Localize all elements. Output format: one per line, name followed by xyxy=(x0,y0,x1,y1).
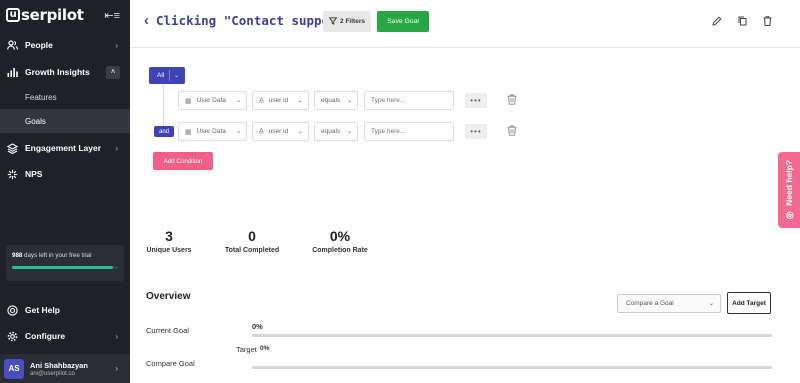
overview-title: Overview xyxy=(146,291,191,302)
logo-row: u serpilot ⇤≡ xyxy=(0,0,130,30)
sidebar-item-nps[interactable]: NPS xyxy=(0,161,130,187)
condition-operator-select[interactable]: equals ⌄ xyxy=(314,91,358,110)
user-profile[interactable]: AS Ani Shahbazyan ani@userpilot.co › xyxy=(0,354,130,383)
chevron-down-icon: ⌄ xyxy=(174,73,180,79)
trash-icon[interactable] xyxy=(507,94,517,108)
user-name: Ani Shahbazyan xyxy=(30,360,88,370)
text-field-icon: A̲ xyxy=(259,128,264,135)
sidebar-item-configure[interactable]: Configure › xyxy=(0,323,130,349)
sidebar: u serpilot ⇤≡ People › Growth Insights ˄ … xyxy=(0,0,130,383)
compare-goal-select[interactable]: Compare a Goal ⌄ xyxy=(617,294,721,313)
copy-icon[interactable] xyxy=(738,16,747,29)
chevron-right-icon: › xyxy=(115,331,118,341)
filters-button[interactable]: 2 Filters xyxy=(323,11,371,32)
chevron-right-icon: › xyxy=(115,143,118,153)
delete-icon[interactable] xyxy=(763,16,772,29)
save-goal-button[interactable]: Save Goal xyxy=(377,11,429,32)
stat-unique-users: 3 Unique Users xyxy=(146,228,192,254)
sidebar-item-get-help[interactable]: Get Help xyxy=(0,297,130,323)
target-value: 0% xyxy=(260,345,270,352)
chevron-right-icon: › xyxy=(115,364,118,373)
layers-icon xyxy=(6,142,18,154)
current-goal-label: Current Goal xyxy=(146,326,189,335)
condition-operator-select[interactable]: equals ⌄ xyxy=(314,122,358,141)
trial-days: 988 xyxy=(12,252,23,259)
chevron-right-icon: › xyxy=(115,40,118,50)
help-icon xyxy=(6,304,18,316)
filter-icon xyxy=(328,16,338,27)
more-options-icon[interactable]: ••• xyxy=(465,93,487,108)
bar-chart-icon xyxy=(6,66,18,78)
nps-icon xyxy=(6,168,18,180)
avatar: AS xyxy=(4,358,24,379)
and-connector-badge[interactable]: and xyxy=(154,126,174,137)
add-condition-button[interactable]: Add Condition xyxy=(153,152,213,170)
chevron-down-icon: ⌄ xyxy=(708,301,714,307)
page-header: ‹ Clicking "Contact support" 2 Filters S… xyxy=(130,0,800,48)
condition-field-select[interactable]: A̲ user id ⌄ xyxy=(252,122,309,141)
chevron-down-icon: ⌄ xyxy=(346,98,352,104)
add-target-button[interactable]: Add Target xyxy=(727,292,771,314)
lifebuoy-icon: ◎ xyxy=(784,209,794,220)
sidebar-item-engagement-layer[interactable]: Engagement Layer › xyxy=(0,135,130,161)
more-options-icon[interactable]: ••• xyxy=(465,124,487,139)
chevron-down-icon: ⌄ xyxy=(297,98,303,104)
condition-value-input[interactable] xyxy=(364,122,454,141)
back-icon[interactable]: ‹ xyxy=(144,12,149,29)
trial-progress-fill xyxy=(12,266,113,269)
condition-type-select[interactable]: ▦ User Data ⌄ xyxy=(178,91,247,110)
trash-icon[interactable] xyxy=(507,125,517,139)
target-label: Target xyxy=(236,345,257,354)
chevron-down-icon: ⌄ xyxy=(297,129,303,135)
sidebar-item-growth-insights[interactable]: Growth Insights ˄ xyxy=(0,59,130,85)
user-data-icon: ▦ xyxy=(185,97,192,105)
user-email: ani@userpilot.co xyxy=(30,370,75,377)
condition-field-select[interactable]: A̲ user id ⌄ xyxy=(252,91,309,110)
userpilot-logo[interactable]: u serpilot xyxy=(6,6,84,24)
user-data-icon: ▦ xyxy=(185,128,192,136)
condition-value-input[interactable] xyxy=(364,91,454,110)
compare-goal-label: Compare Goal xyxy=(146,359,195,368)
edit-icon[interactable] xyxy=(712,16,722,29)
stat-total-completed: 0 Total Completed xyxy=(224,228,280,254)
need-help-tab[interactable]: Need help? ◎ xyxy=(778,152,800,228)
stat-completion-rate: 0% Completion Rate xyxy=(312,228,368,254)
chevron-down-icon: ⌄ xyxy=(235,98,241,104)
trial-progress-bar xyxy=(12,266,118,269)
chevron-down-icon: ⌄ xyxy=(346,129,352,135)
sidebar-item-people[interactable]: People › xyxy=(0,32,130,58)
compare-goal-bar xyxy=(252,366,772,369)
current-goal-bar xyxy=(252,334,772,337)
gear-icon xyxy=(6,330,18,342)
condition-type-select[interactable]: ▦ User Data ⌄ xyxy=(178,122,247,141)
people-icon xyxy=(6,39,18,51)
chevron-down-icon: ⌄ xyxy=(235,129,241,135)
chevron-up-icon[interactable]: ˄ xyxy=(106,65,120,79)
sidebar-subitem-goals[interactable]: Goals xyxy=(0,109,130,133)
current-goal-value: 0% xyxy=(252,322,263,331)
trial-card: 988 days left in your free trial xyxy=(6,245,124,281)
sidebar-subitem-features[interactable]: Features xyxy=(0,85,130,109)
group-operator-dropdown[interactable]: All ⌄ xyxy=(149,67,185,84)
text-field-icon: A̲ xyxy=(259,97,264,104)
collapse-sidebar-icon[interactable]: ⇤≡ xyxy=(104,9,120,22)
